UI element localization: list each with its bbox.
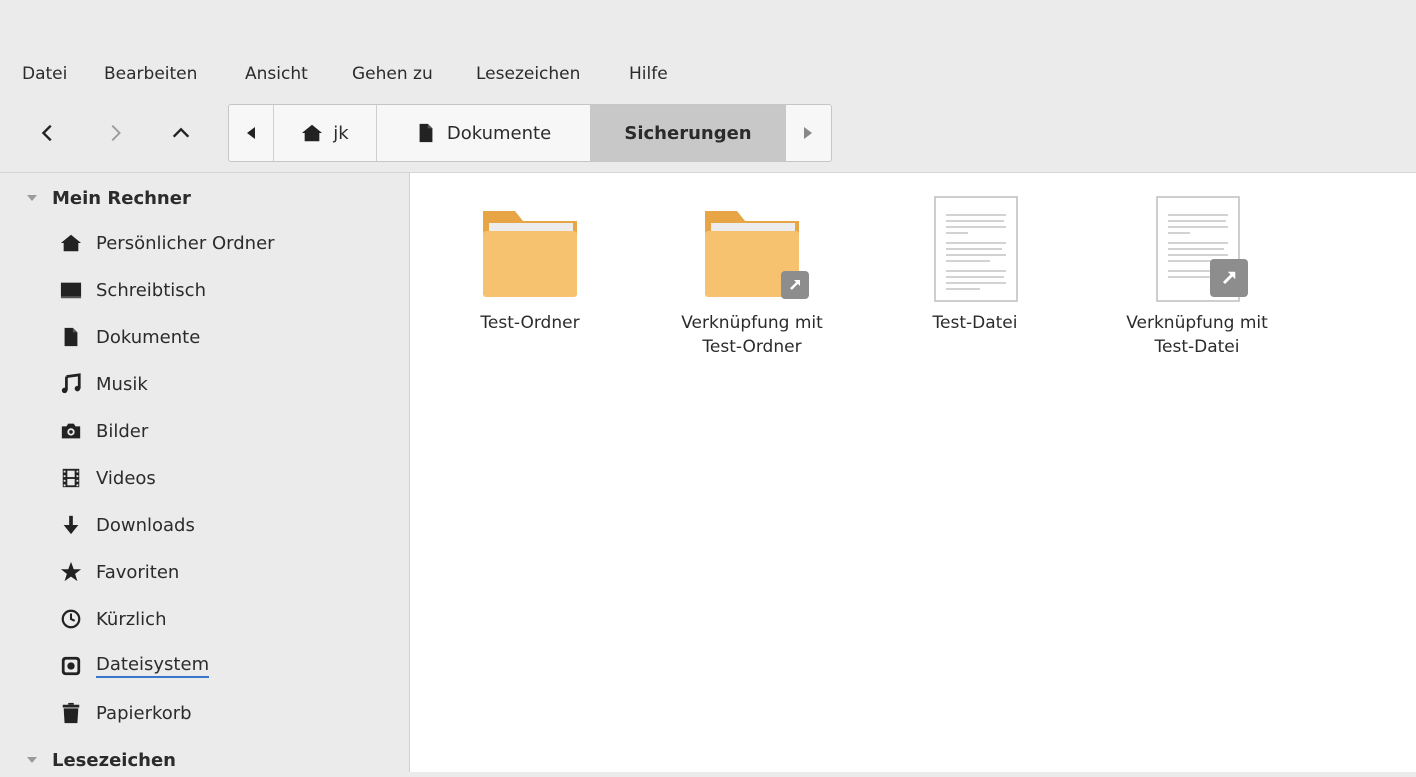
sidebar-item-filesystem[interactable]: Dateisystem — [60, 649, 210, 683]
file-label: Test-Ordner — [480, 313, 580, 333]
menu-go[interactable]: Gehen zu — [352, 60, 433, 88]
menu-file[interactable]: Datei — [22, 60, 67, 88]
link-arrow-icon — [1210, 259, 1248, 297]
expander-down-icon — [27, 757, 37, 763]
camera-icon — [60, 420, 82, 442]
expander-down-icon — [27, 195, 37, 201]
path-crumb-label: jk — [333, 122, 349, 144]
clock-icon — [60, 608, 82, 630]
path-scroll-left-button[interactable] — [229, 105, 273, 161]
text-file-icon — [1142, 195, 1252, 305]
sidebar-item-label: Bilder — [96, 420, 149, 442]
sidebar-item-label: Downloads — [96, 514, 195, 536]
menu-help[interactable]: Hilfe — [629, 60, 668, 88]
chevron-right-icon — [111, 125, 121, 141]
document-icon — [415, 122, 437, 144]
trash-icon — [60, 702, 82, 724]
triangle-left-icon — [247, 127, 255, 139]
sidebar-item-music[interactable]: Musik — [60, 367, 148, 401]
sidebar-item-videos[interactable]: Videos — [60, 461, 156, 495]
toolbar: jk Dokumente Sicherungen — [0, 104, 1416, 162]
sidebar-section-title: Lesezeichen — [52, 749, 176, 771]
music-icon — [60, 373, 82, 395]
home-icon — [60, 232, 82, 254]
file-item[interactable]: Test-Ordner — [430, 195, 630, 335]
file-item[interactable]: Verknüpfung mit Test-Datei — [1097, 195, 1297, 359]
sidebar-item-label: Kürzlich — [96, 608, 167, 630]
sidebar-item-pictures[interactable]: Bilder — [60, 414, 148, 448]
sidebar-section-title: Mein Rechner — [52, 187, 191, 209]
sidebar-item-downloads[interactable]: Downloads — [60, 508, 195, 542]
chevron-up-icon — [172, 127, 190, 138]
sidebar-item-favorites[interactable]: Favoriten — [60, 555, 179, 589]
path-crumb-documents[interactable]: Dokumente — [377, 105, 589, 161]
sidebar-item-label: Schreibtisch — [96, 279, 206, 301]
sidebar-item-desktop[interactable]: Schreibtisch — [60, 273, 206, 307]
document-icon — [60, 326, 82, 348]
sidebar-item-trash[interactable]: Papierkorb — [60, 696, 192, 730]
sidebar-item-home[interactable]: Persönlicher Ordner — [60, 226, 275, 260]
file-item[interactable]: Verknüpfung mit Test-Ordner — [652, 195, 852, 359]
home-icon — [301, 122, 323, 144]
desktop-icon — [60, 279, 82, 301]
folder-icon — [475, 195, 585, 305]
download-icon — [60, 514, 82, 536]
sidebar-item-label: Musik — [96, 373, 148, 395]
path-scroll-right-button[interactable] — [786, 105, 830, 161]
up-button[interactable] — [158, 104, 204, 162]
path-crumb-label: Sicherungen — [624, 122, 752, 144]
sidebar-item-label: Dokumente — [96, 326, 201, 348]
triangle-right-icon — [804, 127, 812, 139]
sidebar-item-documents[interactable]: Dokumente — [60, 320, 200, 354]
sidebar: Mein Rechner Persönlicher Ordner Schreib… — [0, 173, 410, 772]
film-icon — [60, 467, 82, 489]
sidebar-item-label: Videos — [96, 467, 156, 489]
menu-bar: Datei Bearbeiten Ansicht Gehen zu Leseze… — [0, 60, 1416, 88]
sidebar-item-label: Persönlicher Ordner — [96, 232, 275, 254]
path-crumb-label: Dokumente — [446, 122, 552, 144]
folder-icon — [697, 195, 809, 305]
sidebar-item-label: Favoriten — [96, 561, 180, 583]
sidebar-section-header-computer[interactable]: Mein Rechner — [0, 181, 191, 215]
path-crumb-home[interactable]: jk — [274, 105, 376, 161]
text-file-icon — [920, 195, 1030, 305]
forward-button[interactable] — [92, 104, 138, 162]
menu-bookmarks[interactable]: Lesezeichen — [476, 60, 580, 88]
sidebar-item-recent[interactable]: Kürzlich — [60, 602, 166, 636]
file-label: Verknüpfung mit Test-Ordner — [681, 313, 823, 357]
drive-icon — [60, 655, 82, 677]
file-label: Verknüpfung mit Test-Datei — [1126, 313, 1268, 357]
back-button[interactable] — [25, 104, 71, 162]
sidebar-item-label: Papierkorb — [96, 702, 192, 724]
path-bar: jk Dokumente Sicherungen — [228, 104, 832, 162]
file-label: Test-Datei — [932, 313, 1018, 333]
menu-edit[interactable]: Bearbeiten — [104, 60, 197, 88]
path-crumb-current[interactable]: Sicherungen — [590, 105, 786, 161]
sidebar-item-label: Dateisystem — [96, 654, 210, 678]
link-arrow-icon — [781, 271, 809, 299]
menu-view[interactable]: Ansicht — [245, 60, 308, 88]
chevron-left-icon — [41, 124, 52, 142]
file-item[interactable]: Test-Datei — [875, 195, 1075, 335]
file-view[interactable]: Test-Ordner Verknüpfung mit Test-Ordner — [410, 173, 1416, 772]
star-icon — [60, 561, 82, 583]
